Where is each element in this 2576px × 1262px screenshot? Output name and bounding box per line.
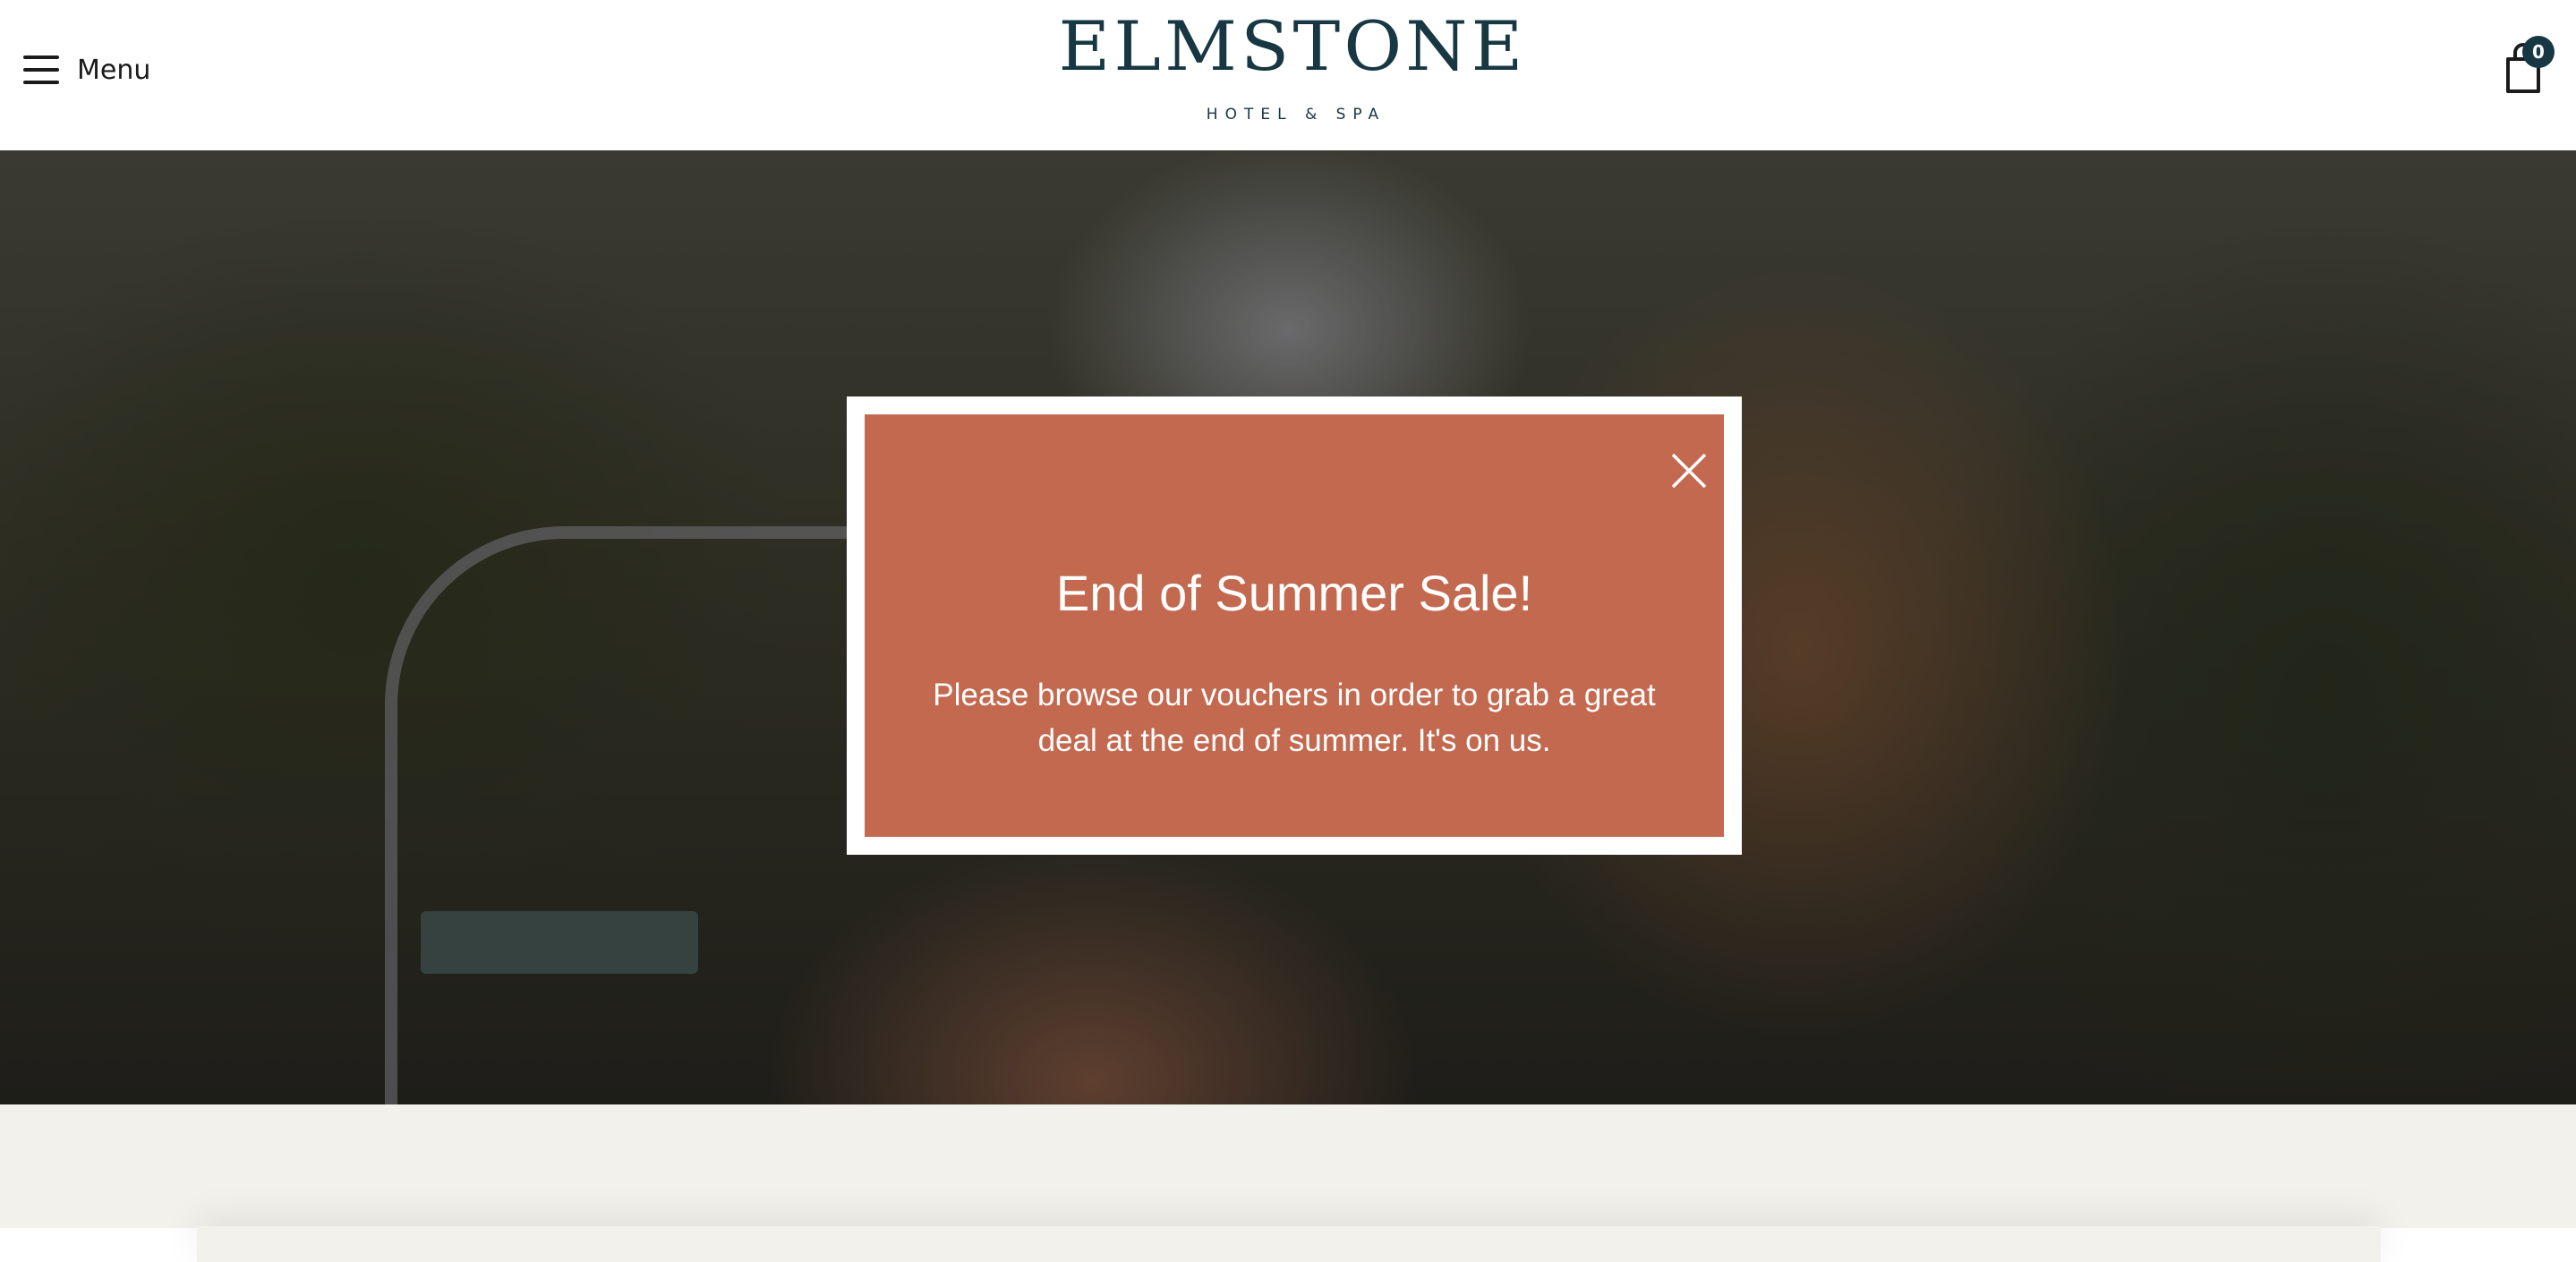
content-card [197, 1226, 2381, 1262]
hamburger-icon [23, 55, 59, 84]
cart-button[interactable]: 0 [2497, 36, 2560, 98]
close-icon[interactable] [1668, 450, 1710, 491]
promo-popup-panel: End of Summer Sale! Please browse our vo… [865, 414, 1724, 837]
menu-label: Menu [77, 54, 151, 86]
content-section [0, 1104, 2576, 1262]
site-header: Menu ELMSTONE HOTEL & SPA 0 [0, 0, 2576, 150]
menu-button[interactable]: Menu [23, 52, 150, 88]
popup-title: End of Summer Sale! [1055, 565, 1533, 621]
popup-text: Please browse our vouchers in order to g… [933, 678, 1656, 758]
cart-count-badge: 0 [2522, 36, 2555, 68]
logo-name: ELMSTONE [1058, 6, 1527, 86]
site-logo[interactable]: ELMSTONE HOTEL & SPA [1059, 13, 1523, 124]
logo-subtitle: HOTEL & SPA [1206, 106, 1386, 124]
promo-popup: End of Summer Sale! Please browse our vo… [847, 397, 1742, 855]
